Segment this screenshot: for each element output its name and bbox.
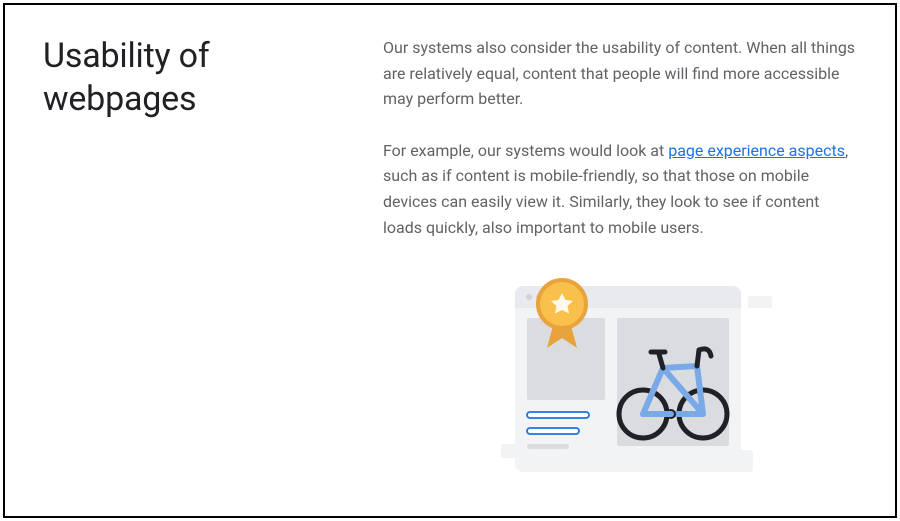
paragraph-1: Our systems also consider the usability … [383,35,857,112]
illustration-wrap [383,266,857,482]
left-column: Usability of webpages [43,35,343,486]
paragraph-2-before: For example, our systems would look at [383,141,668,160]
content-frame: Usability of webpages Our systems also c… [3,3,897,518]
paragraph-2: For example, our systems would look at p… [383,138,857,240]
right-column: Our systems also consider the usability … [383,35,857,486]
usability-illustration [465,272,775,482]
section-heading: Usability of webpages [43,35,343,120]
page-experience-link[interactable]: page experience aspects [668,141,845,160]
